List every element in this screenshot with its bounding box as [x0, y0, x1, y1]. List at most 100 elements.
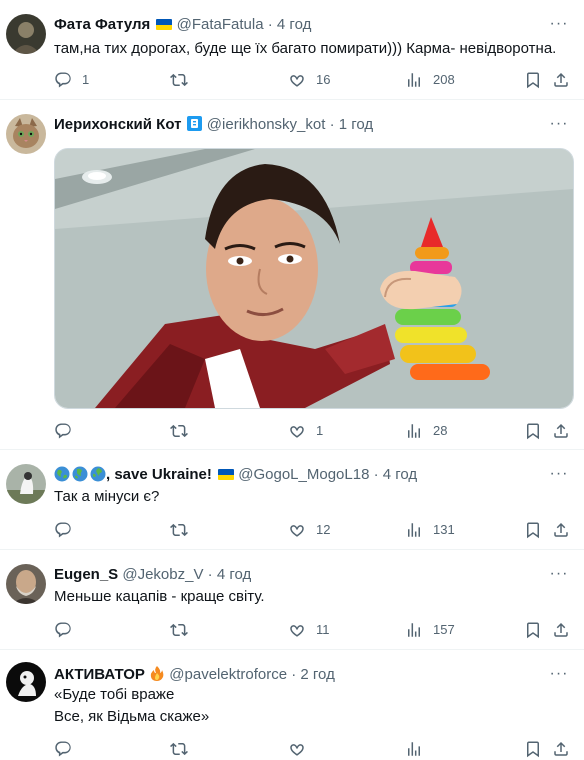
heart-icon	[288, 521, 306, 539]
heart-icon	[288, 621, 306, 639]
tweet-kot[interactable]: Иерихонский Кот @ierikhonsky_kot · 1 год…	[0, 100, 584, 450]
avatar[interactable]	[6, 662, 46, 702]
like-button[interactable]: 11	[288, 619, 330, 641]
views-icon	[405, 740, 423, 758]
share-button[interactable]	[552, 69, 580, 91]
view-count: 208	[433, 72, 455, 87]
bookmark-icon	[524, 521, 542, 539]
ukraine-flag-icon	[156, 19, 173, 30]
share-button[interactable]	[552, 738, 580, 760]
bookmark-icon	[524, 71, 542, 89]
author-name[interactable]: Фата Фатуля	[54, 16, 150, 33]
share-icon	[552, 71, 570, 89]
views-icon	[405, 621, 423, 639]
author-name[interactable]: , save Ukraine!	[106, 466, 212, 483]
retweet-button[interactable]	[170, 619, 198, 641]
retweet-icon	[170, 621, 188, 639]
separator: ·	[373, 466, 379, 483]
heart-icon	[288, 740, 306, 758]
timestamp[interactable]: 4 год	[277, 16, 311, 33]
bookmark-button[interactable]	[524, 738, 552, 760]
views-button[interactable]	[405, 738, 433, 760]
views-button[interactable]: 157	[405, 619, 455, 641]
fire-icon	[149, 665, 165, 682]
bookmark-icon	[524, 740, 542, 758]
reply-icon	[54, 740, 72, 758]
author-handle[interactable]: @Jekobz_V	[122, 566, 203, 583]
tweet-eugen[interactable]: Eugen_S @Jekobz_V · 4 год ··· Меньше кац…	[0, 550, 584, 650]
like-button[interactable]: 12	[288, 519, 330, 541]
bookmark-button[interactable]	[524, 69, 552, 91]
share-icon	[552, 740, 570, 758]
globe-icon	[90, 466, 106, 482]
reply-icon	[54, 521, 72, 539]
separator: ·	[329, 116, 335, 133]
bookmark-icon	[524, 422, 542, 440]
bookmark-button[interactable]	[524, 420, 552, 442]
tweet-media-image[interactable]	[54, 148, 574, 409]
like-button[interactable]	[288, 738, 316, 760]
like-count: 11	[316, 622, 330, 637]
author-handle[interactable]: @ierikhonsky_kot	[207, 116, 326, 133]
retweet-icon	[170, 422, 188, 440]
reply-button[interactable]	[54, 619, 82, 641]
bookmark-icon	[524, 621, 542, 639]
author-name[interactable]: Иерихонский Кот	[54, 116, 181, 133]
like-button[interactable]: 16	[288, 69, 330, 91]
like-button[interactable]: 1	[288, 420, 323, 442]
separator: ·	[267, 16, 273, 33]
tweet-gogol[interactable]: , save Ukraine! @GogoL_MogoL18 · 4 год ·…	[0, 450, 584, 550]
separator: ·	[291, 666, 297, 683]
views-button[interactable]: 208	[405, 69, 455, 91]
view-count: 157	[433, 622, 455, 637]
avatar[interactable]	[6, 564, 46, 604]
share-button[interactable]	[552, 519, 580, 541]
timestamp[interactable]: 4 год	[217, 566, 251, 583]
like-count: 12	[316, 522, 331, 537]
avatar[interactable]	[6, 14, 46, 54]
like-count: 1	[316, 423, 324, 438]
tweet-text: там,на тих дорогах, буде ще їх багато по…	[54, 40, 557, 57]
timestamp[interactable]: 2 год	[300, 666, 334, 683]
tweet-text-line: «Буде тобі враже	[54, 686, 175, 703]
author-handle[interactable]: @pavelektroforce	[169, 666, 287, 683]
author-name[interactable]: АКТИВАТОР	[54, 666, 145, 683]
heart-icon	[288, 422, 306, 440]
share-button[interactable]	[552, 619, 580, 641]
avatar[interactable]	[6, 114, 46, 154]
more-icon[interactable]: ···	[548, 666, 570, 687]
views-icon	[405, 71, 423, 89]
share-button[interactable]	[552, 420, 580, 442]
reply-button[interactable]	[54, 420, 82, 442]
retweet-button[interactable]	[170, 420, 198, 442]
heart-icon	[288, 71, 306, 89]
more-icon[interactable]: ···	[548, 566, 570, 587]
tweet-text-line: Все, як Відьма скаже»	[54, 708, 210, 725]
retweet-button[interactable]	[170, 69, 198, 91]
timestamp[interactable]: 4 год	[383, 466, 417, 483]
bookmark-button[interactable]	[524, 619, 552, 641]
retweet-button[interactable]	[170, 738, 198, 760]
tweet-text: Так а мінуси є?	[54, 488, 160, 505]
author-handle[interactable]: @GogoL_MogoL18	[238, 466, 369, 483]
tweet-aktivator[interactable]: АКТИВАТОР @pavelektroforce · 2 год ··· «…	[0, 650, 584, 745]
timestamp[interactable]: 1 год	[339, 116, 373, 133]
author-handle[interactable]: @FataFatula	[177, 16, 264, 33]
avatar[interactable]	[6, 464, 46, 504]
reply-button[interactable]	[54, 738, 82, 760]
view-count: 28	[433, 423, 448, 438]
more-icon[interactable]: ···	[548, 16, 570, 37]
retweet-button[interactable]	[170, 519, 198, 541]
views-button[interactable]: 28	[405, 420, 447, 442]
tweet-fata[interactable]: Фата Фатуля @FataFatula · 4 год ··· там,…	[0, 0, 584, 100]
retweet-icon	[170, 521, 188, 539]
bookmark-button[interactable]	[524, 519, 552, 541]
more-icon[interactable]: ···	[548, 116, 570, 137]
tweet-text: Меньше кацапів - краще світу.	[54, 588, 265, 605]
reply-button[interactable]: 1	[54, 69, 89, 91]
reply-icon	[54, 71, 72, 89]
author-name[interactable]: Eugen_S	[54, 566, 118, 583]
views-button[interactable]: 131	[405, 519, 455, 541]
more-icon[interactable]: ···	[548, 466, 570, 487]
reply-button[interactable]	[54, 519, 82, 541]
